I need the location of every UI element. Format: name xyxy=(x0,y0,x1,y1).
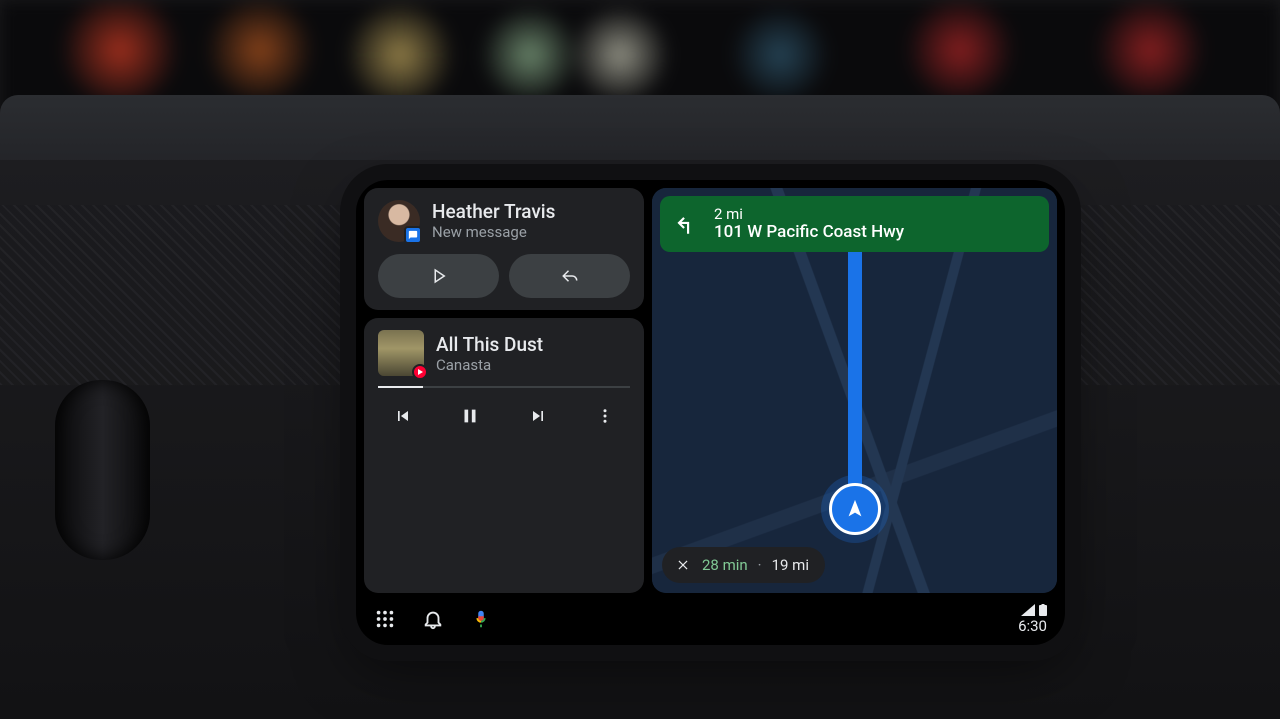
youtube-music-badge-icon xyxy=(412,364,428,380)
contact-avatar xyxy=(378,200,420,242)
dashboard-top xyxy=(0,95,1280,165)
navigation-banner[interactable]: 2 mi 101 W Pacific Coast Hwy xyxy=(660,196,1049,252)
previous-track-button[interactable] xyxy=(384,400,422,432)
nav-distance: 2 mi xyxy=(714,206,904,223)
system-bar: 6:30 xyxy=(356,593,1065,645)
eta-card[interactable]: 28 min · 19 mi xyxy=(662,547,825,583)
close-icon xyxy=(676,558,690,572)
close-eta-button[interactable] xyxy=(674,556,692,574)
media-card[interactable]: All This Dust Canasta xyxy=(364,318,644,593)
assistant-button[interactable] xyxy=(470,608,492,630)
play-message-button[interactable] xyxy=(378,254,499,298)
eta-duration: 28 min xyxy=(702,556,748,574)
current-location-marker xyxy=(829,483,881,535)
bell-icon xyxy=(422,608,444,630)
apps-grid-icon xyxy=(374,608,396,630)
message-subtitle: New message xyxy=(432,223,555,241)
track-title: All This Dust xyxy=(436,333,543,356)
messages-app-badge-icon xyxy=(404,226,422,244)
turn-left-icon xyxy=(674,211,700,237)
head-unit-screen: Heather Travis New message xyxy=(356,180,1065,645)
message-sender: Heather Travis xyxy=(432,201,555,223)
google-assistant-mic-icon xyxy=(470,608,492,630)
battery-icon xyxy=(1039,604,1047,616)
skip-next-icon xyxy=(528,406,548,426)
next-track-button[interactable] xyxy=(519,400,557,432)
reply-button[interactable] xyxy=(509,254,630,298)
clock: 6:30 xyxy=(1018,617,1047,635)
air-vent-left xyxy=(55,380,150,560)
more-options-button[interactable] xyxy=(586,400,624,432)
notifications-button[interactable] xyxy=(422,608,444,630)
track-artist: Canasta xyxy=(436,356,543,374)
skip-previous-icon xyxy=(393,406,413,426)
cellular-signal-icon xyxy=(1021,604,1035,616)
eta-separator: · xyxy=(758,556,762,574)
app-launcher-button[interactable] xyxy=(374,608,396,630)
album-art xyxy=(378,330,424,376)
route-line xyxy=(848,206,862,526)
reply-icon xyxy=(561,267,579,285)
eta-distance: 19 mi xyxy=(772,556,809,574)
pause-button[interactable] xyxy=(451,400,489,432)
more-vert-icon xyxy=(596,407,614,425)
media-progress-bar[interactable] xyxy=(378,386,630,388)
pause-icon xyxy=(459,405,481,427)
message-card[interactable]: Heather Travis New message xyxy=(364,188,644,310)
map-pane[interactable]: 2 mi 101 W Pacific Coast Hwy 28 min · 19… xyxy=(652,188,1057,593)
status-icons xyxy=(1021,604,1047,616)
nav-road-name: 101 W Pacific Coast Hwy xyxy=(714,223,904,243)
navigation-arrow-icon xyxy=(844,498,866,520)
play-icon xyxy=(430,267,448,285)
